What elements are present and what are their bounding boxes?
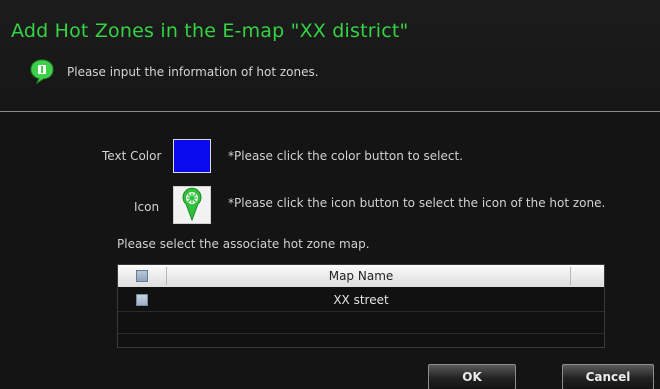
row-checkbox[interactable] (136, 294, 148, 306)
ok-button[interactable]: OK (428, 364, 516, 389)
icon-note: *Please click the icon button to select … (228, 196, 606, 210)
icon-select-button[interactable] (173, 186, 211, 224)
icon-label: Icon (134, 200, 160, 214)
dialog-hint: Please input the information of hot zone… (67, 65, 319, 79)
column-header-map-name: Map Name (328, 269, 394, 283)
cancel-button[interactable]: Cancel (562, 364, 654, 389)
map-select-label: Please select the associate hot zone map… (117, 237, 370, 251)
table-cell-map-name[interactable]: XX street (166, 293, 556, 307)
map-pin-icon (182, 187, 202, 222)
row-divider (118, 311, 604, 312)
add-hot-zones-dialog: Add Hot Zones in the E-map "XX district"… (0, 0, 660, 389)
text-color-label: Text Color (102, 149, 162, 163)
hot-zone-map-table: Map Name XX street (117, 264, 605, 348)
table-header: Map Name (118, 265, 604, 287)
dialog-title: Add Hot Zones in the E-map "XX district" (11, 20, 409, 42)
text-color-note: *Please click the color button to select… (228, 149, 463, 163)
header-divider (0, 111, 660, 112)
select-all-checkbox[interactable] (136, 270, 148, 282)
text-color-button[interactable] (173, 139, 211, 173)
column-separator (570, 267, 571, 285)
dialog-header: Add Hot Zones in the E-map "XX district"… (0, 0, 660, 112)
info-bubble-icon (30, 59, 54, 84)
row-divider (118, 333, 604, 334)
